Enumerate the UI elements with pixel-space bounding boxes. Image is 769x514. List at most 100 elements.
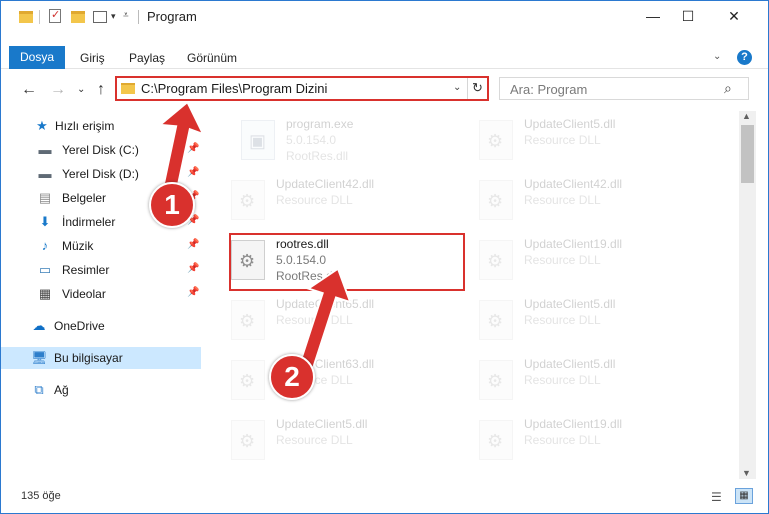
address-bar[interactable]: C:\Program Files\Program Dizini ⌄ ↻	[115, 76, 489, 101]
step-badge-1: 1	[149, 182, 195, 228]
file-description: Resource DLL	[524, 313, 601, 327]
new-folder-icon[interactable]	[71, 11, 85, 23]
search-input[interactable]: Ara: Program ⌕	[499, 77, 749, 100]
drive-icon: ▬	[38, 142, 52, 157]
dll-file-icon	[231, 360, 265, 400]
tab-share[interactable]: Paylaş	[129, 51, 165, 65]
status-bar: 135 öğe ☰ ▦	[1, 485, 768, 513]
title-bar: ▾ ⩡ Program — ☐ ✕	[1, 1, 768, 31]
file-name: UpdateClient42.dll	[276, 177, 375, 191]
dll-file-icon	[479, 240, 513, 280]
tab-file[interactable]: Dosya	[9, 46, 65, 69]
forward-button[interactable]: →	[50, 81, 66, 99]
file-description: Resource DLL	[276, 193, 353, 207]
properties-icon[interactable]	[49, 8, 61, 23]
file-item[interactable]: UpdateClient5.dll Resource DLL	[206, 411, 446, 467]
nav-item-videos[interactable]: ▦ Videolar 📌	[1, 283, 201, 305]
video-icon: ▦	[38, 286, 52, 301]
chevron-down-icon[interactable]: ▾	[111, 11, 116, 27]
search-placeholder[interactable]: Ara: Program	[510, 82, 587, 97]
file-item[interactable]: UpdateClient5.dll Resource DLL	[454, 291, 694, 347]
dll-file-icon	[479, 180, 513, 220]
music-icon: ♪	[41, 238, 49, 253]
file-name: UpdateClient5.dll	[524, 117, 616, 131]
chevron-down-icon[interactable]: ⌄	[453, 82, 461, 93]
help-icon[interactable]: ?	[737, 50, 752, 65]
nav-item-this-pc[interactable]: 🖥 Bu bilgisayar	[1, 347, 201, 369]
dll-file-icon	[231, 180, 265, 220]
network-icon: ⧉	[34, 382, 44, 397]
pin-icon[interactable]: 📌	[187, 263, 199, 274]
file-description: Resource DLL	[524, 373, 601, 387]
back-button[interactable]: ←	[21, 81, 37, 99]
nav-item-onedrive[interactable]: ☁ OneDrive	[1, 315, 201, 337]
dll-file-icon	[231, 300, 265, 340]
file-name: program.exe	[286, 117, 354, 131]
address-path[interactable]: C:\Program Files\Program Dizini	[141, 81, 327, 96]
large-icons-view-icon[interactable]: ▦	[735, 488, 753, 504]
tab-home[interactable]: Giriş	[80, 51, 105, 65]
dll-file-icon	[231, 420, 265, 460]
dll-file-icon	[479, 360, 513, 400]
vertical-scrollbar[interactable]: ▲ ▼	[739, 111, 756, 479]
customize-toolbar-icon[interactable]: ⩡	[123, 10, 129, 26]
exe-file-icon	[241, 120, 275, 160]
file-name: UpdateClient42.dll	[524, 177, 623, 191]
file-item[interactable]: UpdateClient19.dll Resource DLL	[454, 231, 694, 287]
view-icon[interactable]	[93, 11, 107, 23]
nav-item-label: Videolar	[62, 287, 106, 301]
file-name: UpdateClient19.dll	[524, 417, 623, 431]
refresh-button[interactable]: ↻	[467, 78, 487, 99]
file-item[interactable]: UpdateClient42.dll Resource DLL	[206, 171, 446, 227]
scroll-down-icon[interactable]: ▼	[742, 468, 751, 478]
file-item[interactable]: UpdateClient42.dll Resource DLL	[454, 171, 694, 227]
pictures-icon: ▭	[38, 262, 52, 277]
nav-item-label: Yerel Disk (D:)	[62, 167, 139, 181]
file-item[interactable]: UpdateClient5.dll Resource DLL	[454, 351, 694, 407]
file-item[interactable]: program.exe 5.0.154.0 RootRes.dll	[216, 111, 456, 167]
tab-view[interactable]: Görünüm	[187, 51, 237, 65]
nav-item-music[interactable]: ♪ Müzik 📌	[1, 235, 201, 257]
close-button[interactable]: ✕	[711, 1, 757, 31]
dll-file-icon	[479, 120, 513, 160]
file-item[interactable]: UpdateClient5.dll Resource DLL	[454, 111, 694, 167]
maximize-button[interactable]: ☐	[665, 1, 711, 31]
nav-item-label: Resimler	[62, 263, 110, 277]
nav-item-network[interactable]: ⧉ Ağ	[1, 379, 201, 401]
file-item[interactable]: UpdateClient19.dll Resource DLL	[454, 411, 694, 467]
title-divider	[138, 10, 139, 24]
up-button[interactable]: ↑	[97, 81, 105, 99]
file-description: Resource DLL	[524, 253, 601, 267]
nav-item-label: Yerel Disk (C:)	[62, 143, 139, 157]
nav-item-label: İndirmeler	[62, 215, 116, 229]
nav-item-label: Ağ	[54, 383, 69, 397]
file-description: RootRes.dll	[286, 149, 349, 163]
recent-locations-icon[interactable]: ⌄	[77, 84, 85, 95]
ribbon-tabs: Dosya Giriş Paylaş Görünüm ⌄ ?	[1, 46, 768, 69]
dll-file-icon	[479, 420, 513, 460]
file-explorer-window: ▾ ⩡ Program — ☐ ✕ Dosya Giriş Paylaş Gör…	[0, 0, 769, 514]
nav-item-label: Müzik	[62, 239, 94, 253]
file-name: UpdateClient5.dll	[276, 417, 368, 431]
dll-file-icon	[479, 300, 513, 340]
file-description: Resource DLL	[524, 133, 601, 147]
nav-item-label: Belgeler	[62, 191, 107, 205]
scroll-up-icon[interactable]: ▲	[742, 111, 751, 121]
cloud-icon: ☁	[32, 318, 46, 333]
scrollbar-thumb[interactable]	[741, 125, 754, 183]
file-version: 5.0.154.0	[286, 133, 337, 147]
nav-item-pictures[interactable]: ▭ Resimler 📌	[1, 259, 201, 281]
file-description: Resource DLL	[276, 433, 353, 447]
pin-icon[interactable]: 📌	[187, 287, 199, 298]
pin-icon[interactable]: 📌	[187, 239, 199, 250]
toolbar-divider	[39, 10, 40, 24]
item-count: 135 öğe	[21, 490, 61, 502]
folder-icon	[121, 83, 135, 94]
expand-ribbon-icon[interactable]: ⌄	[713, 51, 721, 62]
search-icon[interactable]: ⌕	[724, 80, 732, 97]
file-description: Resource DLL	[524, 193, 601, 207]
drive-icon: ▬	[38, 166, 52, 181]
star-icon: ★	[36, 118, 48, 133]
folder-icon[interactable]	[19, 11, 33, 23]
details-view-icon[interactable]: ☰	[711, 490, 722, 504]
